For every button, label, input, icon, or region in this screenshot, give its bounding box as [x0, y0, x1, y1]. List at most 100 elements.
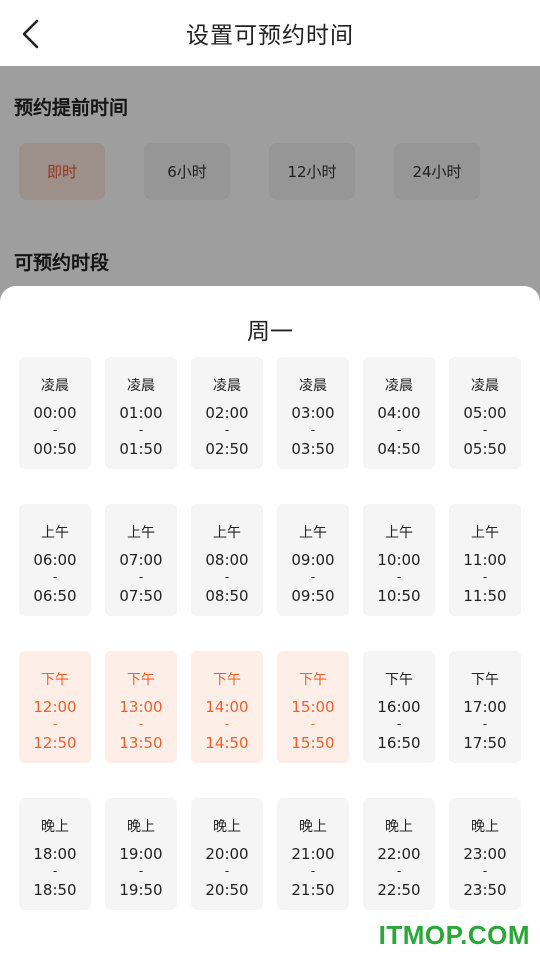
time-slot-period: 上午: [41, 525, 69, 541]
time-slot-period: 下午: [471, 672, 499, 688]
time-slot-period: 凌晨: [41, 378, 69, 394]
time-slot-end: 21:50: [291, 881, 335, 899]
time-slot-dash: -: [224, 423, 230, 437]
time-slot-end: 16:50: [377, 734, 421, 752]
time-slot-period: 晚上: [41, 819, 69, 835]
time-slot-start: 00:00: [33, 404, 77, 422]
time-slot-period: 上午: [471, 525, 499, 541]
time-slot-start: 07:00: [119, 551, 163, 569]
time-slot-start: 01:00: [119, 404, 163, 422]
time-slot-end: 15:50: [291, 734, 335, 752]
time-slot-dash: -: [138, 864, 144, 878]
time-slot-start: 16:00: [377, 698, 421, 716]
time-slot-period: 凌晨: [471, 378, 499, 394]
page-title: 设置可预约时间: [186, 23, 354, 49]
time-slot-start: 03:00: [291, 404, 335, 422]
time-slot-end: 13:50: [119, 734, 163, 752]
time-slot-start: 11:00: [463, 551, 507, 569]
time-slot-period: 晚上: [385, 819, 413, 835]
time-slot[interactable]: 上午 06:00- 06:50: [19, 504, 91, 616]
time-slot-end: 18:50: [33, 881, 77, 899]
time-slot-start: 19:00: [119, 845, 163, 863]
time-slot-end: 17:50: [463, 734, 507, 752]
time-slot[interactable]: 凌晨 02:00- 02:50: [191, 357, 263, 469]
time-slot[interactable]: 上午 09:00- 09:50: [277, 504, 349, 616]
time-slot-period: 上午: [127, 525, 155, 541]
time-slot-end: 23:50: [463, 881, 507, 899]
time-slot-dash: -: [310, 717, 316, 731]
time-slot[interactable]: 下午 16:00- 16:50: [363, 651, 435, 763]
time-slot[interactable]: 下午 14:00- 14:50: [191, 651, 263, 763]
time-slot-period: 晚上: [299, 819, 327, 835]
time-slot-end: 02:50: [205, 440, 249, 458]
time-slot-dash: -: [52, 423, 58, 437]
time-slot-period: 晚上: [471, 819, 499, 835]
time-slot-end: 14:50: [205, 734, 249, 752]
time-slot-start: 06:00: [33, 551, 77, 569]
time-slot-dash: -: [482, 864, 488, 878]
time-slot-period: 上午: [299, 525, 327, 541]
time-slot-period: 下午: [385, 672, 413, 688]
time-slot-period: 晚上: [127, 819, 155, 835]
time-slot-start: 12:00: [33, 698, 77, 716]
time-slot-start: 15:00: [291, 698, 335, 716]
weekday-title: 周一: [247, 319, 293, 345]
time-slot-dash: -: [138, 717, 144, 731]
time-slot[interactable]: 上午 07:00- 07:50: [105, 504, 177, 616]
time-slot-period: 凌晨: [127, 378, 155, 394]
time-slot-period: 晚上: [213, 819, 241, 835]
time-slot[interactable]: 凌晨 05:00- 05:50: [449, 357, 521, 469]
time-slot[interactable]: 上午 10:00- 10:50: [363, 504, 435, 616]
time-slot-dash: -: [138, 423, 144, 437]
time-slot[interactable]: 晚上 21:00- 21:50: [277, 798, 349, 910]
time-slot-dash: -: [52, 864, 58, 878]
time-slot-period: 下午: [299, 672, 327, 688]
time-slot[interactable]: 下午 17:00- 17:50: [449, 651, 521, 763]
time-slot-dash: -: [396, 717, 402, 731]
time-slot-start: 14:00: [205, 698, 249, 716]
time-slot[interactable]: 凌晨 04:00- 04:50: [363, 357, 435, 469]
time-slot-dash: -: [138, 570, 144, 584]
time-slot[interactable]: 上午 08:00- 08:50: [191, 504, 263, 616]
time-slot-dash: -: [224, 864, 230, 878]
time-slot-start: 21:00: [291, 845, 335, 863]
time-slot-dash: -: [396, 570, 402, 584]
time-slot-dash: -: [224, 570, 230, 584]
time-slot-dash: -: [52, 570, 58, 584]
time-slot-end: 12:50: [33, 734, 77, 752]
time-slot[interactable]: 晚上 18:00- 18:50: [19, 798, 91, 910]
time-slot-start: 23:00: [463, 845, 507, 863]
time-slot-dash: -: [396, 423, 402, 437]
time-slot-start: 02:00: [205, 404, 249, 422]
time-slot[interactable]: 凌晨 00:00- 00:50: [19, 357, 91, 469]
time-slot-end: 09:50: [291, 587, 335, 605]
time-slot[interactable]: 凌晨 01:00- 01:50: [105, 357, 177, 469]
time-slot-start: 05:00: [463, 404, 507, 422]
time-slot-start: 13:00: [119, 698, 163, 716]
time-slot[interactable]: 凌晨 03:00- 03:50: [277, 357, 349, 469]
time-slot[interactable]: 晚上 22:00- 22:50: [363, 798, 435, 910]
time-slot[interactable]: 晚上 23:00- 23:50: [449, 798, 521, 910]
time-slot[interactable]: 下午 13:00- 13:50: [105, 651, 177, 763]
time-slot-dash: -: [310, 570, 316, 584]
time-slot[interactable]: 下午 15:00- 15:50: [277, 651, 349, 763]
time-slot-end: 19:50: [119, 881, 163, 899]
time-slot-end: 06:50: [33, 587, 77, 605]
time-slot[interactable]: 下午 12:00- 12:50: [19, 651, 91, 763]
time-slot-end: 03:50: [291, 440, 335, 458]
time-slot-end: 00:50: [33, 440, 77, 458]
time-slot-dash: -: [310, 864, 316, 878]
time-slot[interactable]: 晚上 20:00- 20:50: [191, 798, 263, 910]
time-slot-dash: -: [396, 864, 402, 878]
time-slot-period: 上午: [213, 525, 241, 541]
time-slot[interactable]: 上午 11:00- 11:50: [449, 504, 521, 616]
time-slot-end: 07:50: [119, 587, 163, 605]
time-slot-end: 01:50: [119, 440, 163, 458]
time-slot-end: 20:50: [205, 881, 249, 899]
time-slot[interactable]: 晚上 19:00- 19:50: [105, 798, 177, 910]
time-slot-period: 上午: [385, 525, 413, 541]
watermark-logo: ITMOP.COM: [378, 920, 530, 950]
time-slot-period: 凌晨: [213, 378, 241, 394]
app-header: 设置可预约时间: [0, 0, 540, 66]
time-slot-start: 22:00: [377, 845, 421, 863]
